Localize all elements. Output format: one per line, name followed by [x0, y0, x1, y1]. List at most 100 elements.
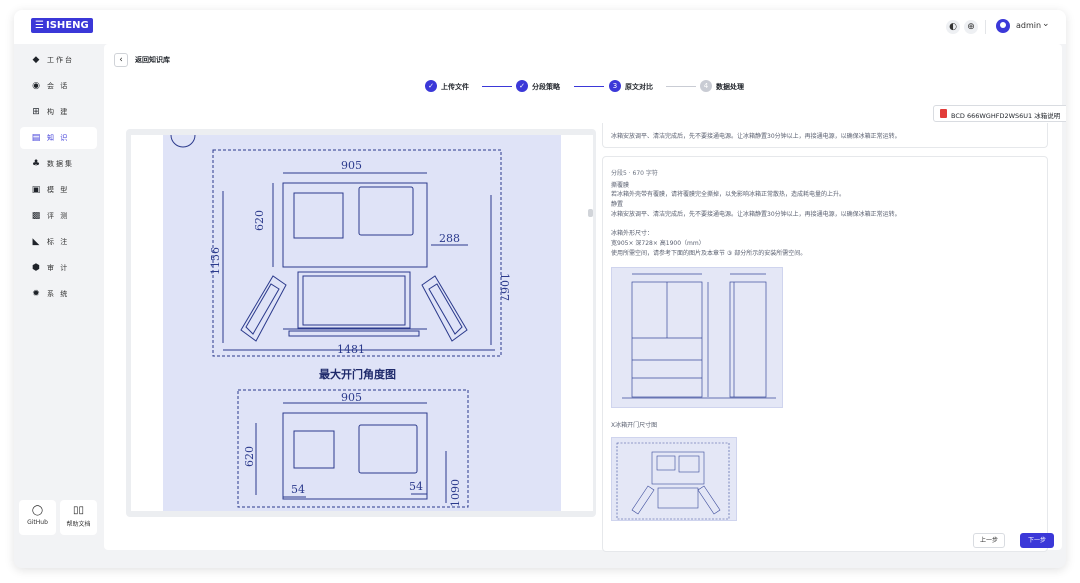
dim-1067: 1067 [498, 273, 511, 301]
cube-icon: ◆ [32, 55, 40, 65]
segment-title: 分段5 · 670 字符 [611, 170, 658, 177]
chevron-left-icon: ‹ [119, 55, 123, 65]
dim-54-left: 54 [291, 483, 305, 496]
theme-icon[interactable]: ◐ [946, 20, 960, 34]
back-button[interactable]: ‹ [114, 53, 128, 67]
dataset-icon: ♣ [31, 159, 41, 169]
sidebar-item-chat[interactable]: ◉ 会 话 [20, 75, 97, 97]
sidebar-item-label: 构 建 [47, 108, 70, 116]
preview-page: 905 620 288 1156 1067 1481 905 620 54 54… [131, 135, 593, 511]
dim-1481: 1481 [337, 343, 365, 356]
dim-width-bottom: 905 [341, 391, 362, 404]
sidebar-item-label: 模 型 [47, 186, 70, 194]
help-docs-button[interactable]: ▯▯ 帮助文档 [60, 500, 97, 535]
segment-text: 宽905× 深728× 高1900（mm） [611, 240, 705, 247]
chevron-down-icon: ⌄ [1064, 108, 1066, 117]
refrigerator-drawing: 905 620 288 1156 1067 1481 905 620 54 54… [170, 135, 511, 508]
step-label: 数据处理 [716, 83, 744, 91]
drawing-section-title: 最大开门角度图 [319, 367, 396, 381]
step-connector [482, 86, 512, 87]
pdf-icon [940, 109, 947, 118]
step-label: 上传文件 [441, 83, 469, 91]
fridge-front-side-drawing [622, 273, 776, 399]
sidebar-item-label: 会 话 [47, 82, 70, 90]
divider [985, 20, 986, 34]
logo-mark-icon: ☰ [35, 20, 44, 31]
github-button[interactable]: ◯ GitHub [19, 500, 56, 535]
door-open-dimension-image [611, 437, 737, 521]
logo: ☰ ISHENG [31, 18, 93, 33]
sidebar-item-label: 工作台 [47, 56, 74, 64]
image-caption: X冰箱开门尺寸图 [611, 422, 658, 429]
sidebar-item-label: 审 计 [47, 264, 70, 272]
segment-text: 冰箱安放调平、清洁完成后，先不要接通电源。让冰箱静置30分钟以上，再接通电源，以… [611, 133, 901, 140]
dim-620-bottom: 620 [243, 446, 256, 467]
sidebar-item-model[interactable]: ▣ 模 型 [20, 179, 97, 201]
segment-text: 若冰箱外壳带有覆膜，请将覆膜完全撕掉，以免影响冰箱正常散热，造成耗电量的上升。 [611, 191, 846, 198]
step-label: 分段策略 [532, 83, 560, 91]
dim-1090: 1090 [449, 479, 462, 507]
sidebar-item-eval[interactable]: ▩ 评 测 [20, 205, 97, 227]
segment-card: 分段5 · 670 字符 撕覆膜 若冰箱外壳带有覆膜，请将覆膜完全撕掉，以免影响… [602, 156, 1048, 552]
sidebar-item-knowledge[interactable]: ▤ 知 识 [20, 127, 97, 149]
tag-icon: ◣ [32, 237, 40, 247]
dim-54-right: 54 [409, 480, 423, 493]
previous-step-button[interactable]: 上一步 [973, 533, 1005, 548]
step-label: 原文对比 [625, 83, 653, 91]
chevron-down-icon[interactable]: ⌄ [1042, 19, 1050, 29]
globe-icon[interactable]: ⊕ [964, 20, 978, 34]
step-number: 3 [609, 80, 621, 92]
segment-text: 使用所需空间，请参考下面的图片及本章节 ③ 部分所示的安装所需空间。 [611, 250, 807, 257]
segment-text: 静置 [611, 201, 624, 208]
app-window: ☰ ISHENG ◐ ⊕ admin ⌄ ◆ 工作台 ◉ 会 话 ⊞ 构 建 ▤ … [14, 10, 1066, 568]
user-name[interactable]: admin [1016, 21, 1041, 30]
sidebar-item-label: 标 注 [47, 238, 70, 246]
fridge-dimension-image [611, 267, 783, 408]
sidebar-item-dataset[interactable]: ♣ 数据集 [20, 153, 97, 175]
step-connector [666, 86, 696, 87]
github-icon: ◯ [31, 505, 44, 516]
door-open-drawing [616, 442, 730, 520]
sidebar-item-workbench[interactable]: ◆ 工作台 [20, 49, 97, 71]
check-icon: ✓ [516, 80, 528, 92]
sidebar-item-system[interactable]: ✹ 系 统 [20, 283, 97, 305]
build-icon: ⊞ [32, 107, 40, 117]
sidebar-item-annotate[interactable]: ◣ 标 注 [20, 231, 97, 253]
sidebar: ◆ 工作台 ◉ 会 话 ⊞ 构 建 ▤ 知 识 ♣ 数据集 ▣ 模 型 ▩ 评 … [14, 44, 104, 568]
back-label[interactable]: 返回知识库 [135, 55, 170, 65]
segment-text: 冰箱外形尺寸： [611, 230, 654, 237]
dim-288: 288 [439, 232, 460, 245]
sidebar-item-label: 评 测 [47, 212, 70, 220]
segment-text: 冰箱安放调平、清洁完成后，先不要接通电源。让冰箱静置30分钟以上，再接通电源，以… [611, 211, 901, 218]
audit-icon: ⬢ [32, 263, 40, 273]
avatar[interactable] [996, 19, 1010, 33]
sidebar-item-build[interactable]: ⊞ 构 建 [20, 101, 97, 123]
sidebar-item-audit[interactable]: ⬢ 审 计 [20, 257, 97, 279]
chat-icon: ◉ [32, 81, 40, 91]
next-step-button[interactable]: 下一步 [1020, 533, 1054, 548]
document-select[interactable]: BCD 666WGHFD2WS6U1 冰箱说明 ⌄ [933, 105, 1066, 122]
eval-icon: ▩ [31, 211, 41, 221]
dim-1156: 1156 [209, 247, 222, 275]
step-connector [574, 86, 604, 87]
model-icon: ▣ [31, 185, 41, 195]
logo-text: ISHENG [45, 20, 89, 31]
sidebar-item-label: 系 统 [47, 290, 70, 298]
segment-card-previous: 冰箱安放调平、清洁完成后，先不要接通电源。让冰箱静置30分钟以上，再接通电源，以… [602, 123, 1048, 148]
github-label: GitHub [27, 519, 48, 526]
segment-text: 撕覆膜 [611, 182, 630, 189]
dim-width-top: 905 [341, 159, 362, 172]
check-icon: ✓ [425, 80, 437, 92]
sidebar-item-label: 数据集 [47, 160, 74, 168]
step-number: 4 [700, 80, 712, 92]
help-docs-label: 帮助文档 [66, 521, 91, 528]
book-icon: ▤ [31, 133, 41, 143]
main-panel: ‹ 返回知识库 ✓ 上传文件 ✓ 分段策略 3 原文对比 4 数据处理 BCD … [104, 44, 1066, 552]
top-bar: ☰ ISHENG ◐ ⊕ admin ⌄ [14, 10, 1066, 44]
original-preview[interactable]: 905 620 288 1156 1067 1481 905 620 54 54… [126, 129, 596, 517]
splitter-handle[interactable] [588, 209, 593, 217]
gear-icon: ✹ [32, 289, 40, 299]
book-open-icon: ▯▯ [72, 505, 84, 516]
dim-620-top: 620 [253, 210, 266, 231]
document-select-value: BCD 666WGHFD2WS6U1 冰箱说明 [951, 112, 1061, 120]
